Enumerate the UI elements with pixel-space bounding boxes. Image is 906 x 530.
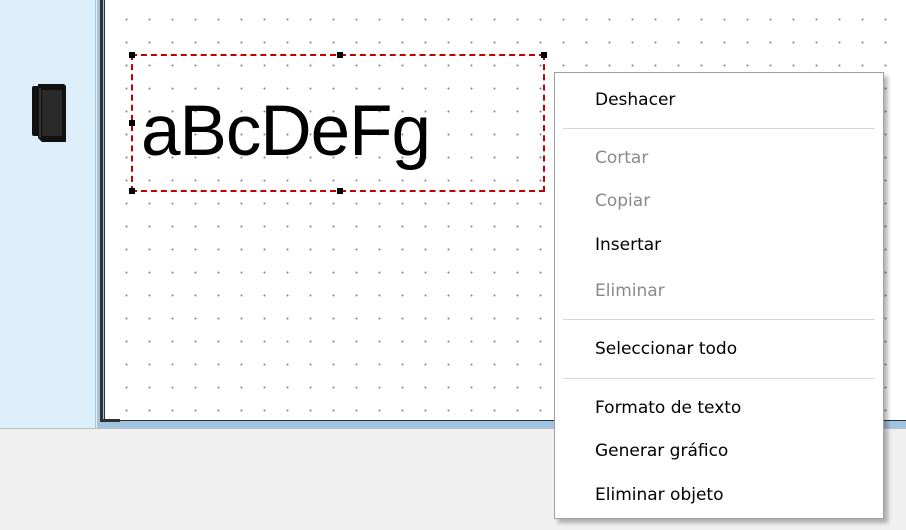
resize-handle-top-left[interactable] (129, 52, 135, 58)
label-printer-icon[interactable] (30, 82, 70, 144)
menu-item-copy[interactable]: Copiar (555, 181, 883, 221)
page-margin-marker-bottom (100, 419, 120, 422)
menu-item-paste[interactable]: Insertar (555, 225, 883, 265)
menu-item-delete-object[interactable]: Eliminar objeto (555, 475, 883, 515)
text-object-content: aBcDeFg (141, 92, 431, 171)
resize-handle-bottom[interactable] (337, 188, 343, 194)
menu-separator (563, 128, 875, 129)
resize-handle-bottom-left[interactable] (129, 188, 135, 194)
resize-handle-top[interactable] (337, 52, 343, 58)
menu-item-delete[interactable]: Eliminar (555, 271, 883, 311)
menu-item-select-all[interactable]: Seleccionar todo (555, 329, 883, 369)
menu-separator (563, 319, 875, 320)
left-tool-strip (0, 0, 96, 428)
menu-separator (563, 378, 875, 379)
context-menu: Deshacer Cortar Copiar Insertar Eliminar… (554, 72, 884, 519)
menu-item-generate-graphic[interactable]: Generar gráfico (555, 431, 883, 471)
menu-item-text-format[interactable]: Formato de texto (555, 388, 883, 428)
selected-text-object[interactable]: aBcDeFg (129, 52, 547, 194)
page-margin-marker (100, 0, 103, 422)
resize-handle-left[interactable] (129, 120, 135, 126)
menu-item-undo[interactable]: Deshacer (555, 80, 883, 120)
menu-item-cut[interactable]: Cortar (555, 138, 883, 178)
resize-handle-top-right[interactable] (541, 52, 547, 58)
